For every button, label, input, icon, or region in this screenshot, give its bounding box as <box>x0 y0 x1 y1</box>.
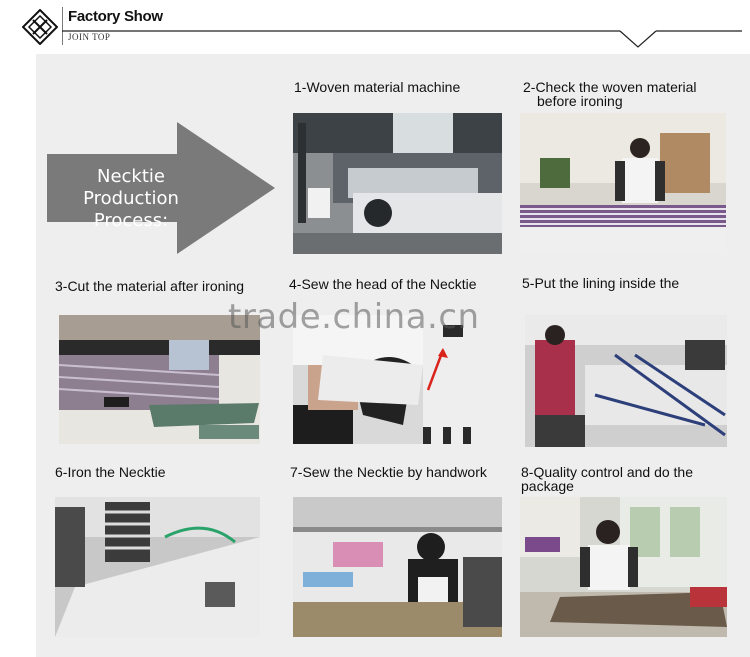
step-2-caption: 2-Check the woven material before ironin… <box>523 80 697 108</box>
step-8-caption: 8-Quality control and do the package <box>521 465 693 493</box>
step-5-photo <box>525 315 727 447</box>
step-7-photo <box>293 497 502 637</box>
step-8-photo <box>520 497 727 637</box>
diamond-logo-icon <box>22 9 58 45</box>
step-2-photo <box>520 113 726 254</box>
step-2-caption-line2: before ironing <box>537 93 623 109</box>
step-1-caption: 1-Woven material machine <box>294 79 461 95</box>
process-title-line1: Necktie Production <box>83 166 179 209</box>
step-4-caption: 4-Sew the head of the Necktie <box>289 276 477 292</box>
step-6-photo <box>55 497 260 637</box>
step-8-caption-line1: 8-Quality control and do the <box>521 464 693 480</box>
step-6-caption: 6-Iron the Necktie <box>55 464 166 480</box>
step-1-photo <box>293 113 502 254</box>
step-7-caption: 7-Sew the Necktie by handwork <box>290 464 487 480</box>
page-subtitle: JOIN TOP <box>68 32 111 42</box>
process-title-line2: Process: <box>93 210 169 231</box>
header-rule <box>62 7 742 48</box>
page-title: Factory Show <box>68 8 163 25</box>
watermark-text: trade.china.cn <box>228 297 480 337</box>
step-3-caption: 3-Cut the material after ironing <box>55 278 245 294</box>
step-2-caption-line1: 2-Check the woven material <box>523 79 697 95</box>
step-5-caption: 5-Put the lining inside the <box>522 275 680 291</box>
step-8-caption-line2: package <box>521 478 574 494</box>
process-title: Necktie Production Process: <box>48 166 214 232</box>
